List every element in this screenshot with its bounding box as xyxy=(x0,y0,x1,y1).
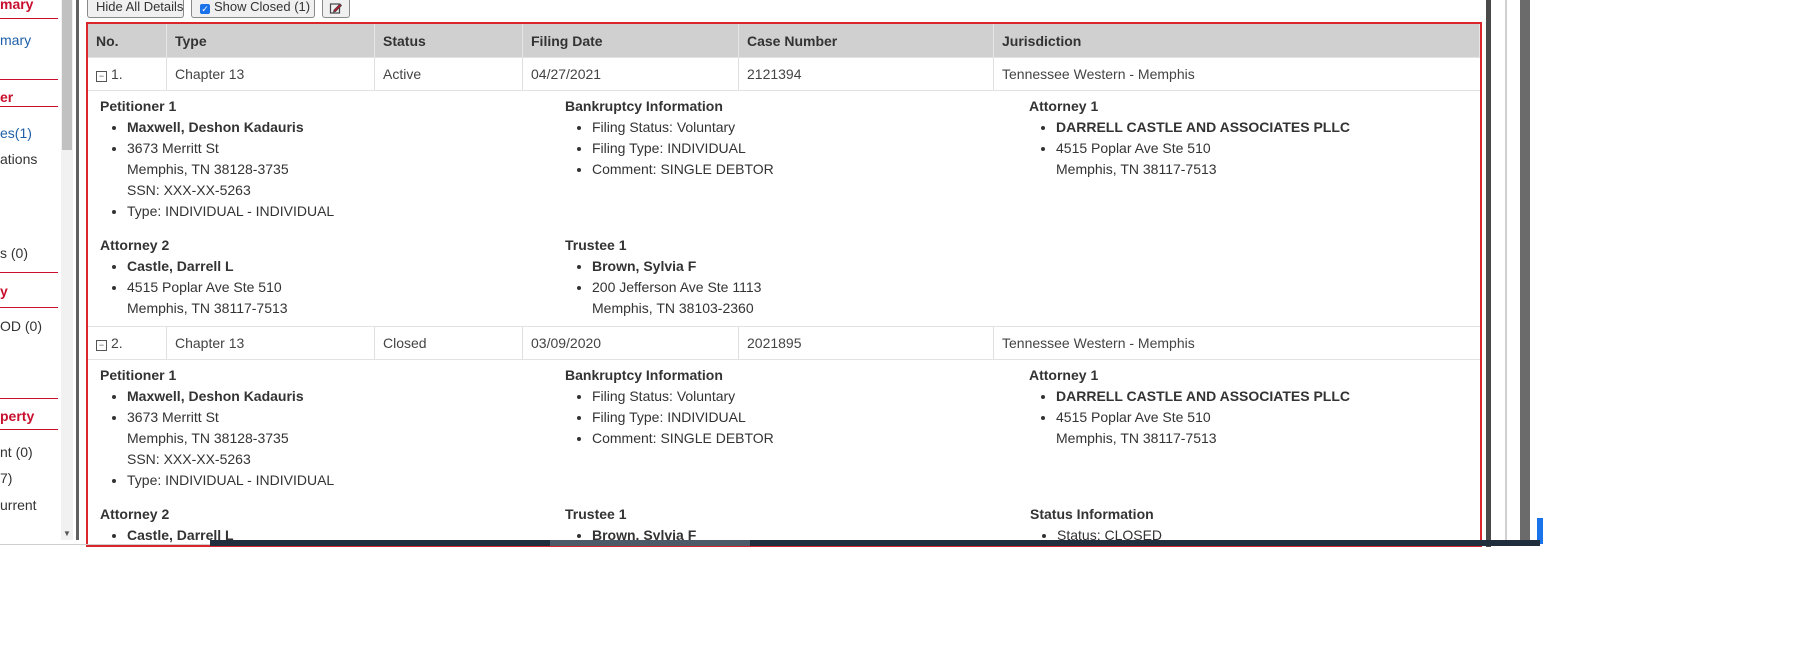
attorney1-section: Attorney 1 DARRELL CASTLE AND ASSOCIATES… xyxy=(1029,96,1469,180)
nav-item-pod[interactable]: OD (0) xyxy=(0,316,58,336)
horizontal-scrollbar-thumb[interactable] xyxy=(550,540,750,546)
bankruptcy-info-section: Bankruptcy Information Filing Status: Vo… xyxy=(565,96,1005,180)
panel-divider xyxy=(76,0,79,540)
nav-item-nt[interactable]: nt (0) xyxy=(0,442,58,462)
table-header: No. Type Status Filing Date Case Number … xyxy=(88,24,1480,58)
nav-item-current[interactable]: urrent xyxy=(0,495,58,515)
filing-status: Filing Status: Voluntary xyxy=(592,117,1005,138)
column-header-case-number[interactable]: Case Number xyxy=(739,24,994,58)
case-number: 2121394 xyxy=(739,58,994,90)
hide-all-details-button[interactable]: Hide All Details xyxy=(87,0,184,18)
edit-icon xyxy=(329,3,343,14)
case-type: Chapter 13 xyxy=(167,327,375,359)
filing-type: Filing Type: INDIVIDUAL xyxy=(592,138,1005,159)
petitioner-address: 3673 Merritt StMemphis, TN 38128-3735SSN… xyxy=(127,407,540,470)
section-title: Petitioner 1 xyxy=(100,98,177,114)
section-title: Bankruptcy Information xyxy=(565,98,723,114)
section-title: Trustee 1 xyxy=(565,237,627,253)
case-number: 2021895 xyxy=(739,327,994,359)
case-jurisdiction: Tennessee Western - Memphis xyxy=(1002,66,1195,82)
section-title: Attorney 1 xyxy=(1029,98,1099,114)
case-index: 2. xyxy=(111,335,123,351)
petitioner-type: Type: INDIVIDUAL - INDIVIDUAL xyxy=(127,201,540,222)
case-number-cell: −1. xyxy=(88,58,167,90)
left-navigation: mary mary er es(1) ations s (0) y OD (0)… xyxy=(0,0,60,540)
case-status: Active xyxy=(375,58,523,90)
case-filing-date: 03/09/2020 xyxy=(523,327,739,359)
bankruptcy-info-section: Bankruptcy Information Filing Status: Vo… xyxy=(565,365,1005,449)
show-closed-label: Show Closed (1) xyxy=(214,0,311,14)
attorney2-section: Attorney 2 Castle, Darrell L 4515 Poplar… xyxy=(100,235,540,319)
petitioner-section: Petitioner 1 Maxwell, Deshon Kadauris 36… xyxy=(100,96,540,222)
petitioner-name: Maxwell, Deshon Kadauris xyxy=(127,117,540,138)
nav-item-count[interactable]: s (0) xyxy=(0,243,58,263)
table-row[interactable]: −1. Chapter 13 Active 04/27/2021 2121394… xyxy=(88,57,1480,91)
edit-button[interactable] xyxy=(322,0,350,18)
attorney-name: Castle, Darrell L xyxy=(127,256,540,277)
attorney-name: DARRELL CASTLE AND ASSOCIATES PLLC xyxy=(1056,117,1469,138)
trustee-address: 200 Jefferson Ave Ste 1113Memphis, TN 38… xyxy=(592,277,1005,319)
column-header-filing-date[interactable]: Filing Date xyxy=(523,24,739,58)
comment: Comment: SINGLE DEBTOR xyxy=(592,159,1005,180)
case-number-cell: −2. xyxy=(88,327,167,359)
petitioner-name: Maxwell, Deshon Kadauris xyxy=(127,386,540,407)
column-header-jurisdiction[interactable]: Jurisdiction xyxy=(994,24,1480,58)
case-index: 1. xyxy=(111,66,123,82)
attorney-address: 4515 Poplar Ave Ste 510Memphis, TN 38117… xyxy=(127,277,540,319)
panel-scrollbar-track[interactable] xyxy=(1486,0,1491,547)
petitioner-address: 3673 Merritt StMemphis, TN 38128-3735SSN… xyxy=(127,138,540,201)
filing-type: Filing Type: INDIVIDUAL xyxy=(592,407,1005,428)
checkbox-checked-icon[interactable]: ✓ xyxy=(200,4,210,14)
section-title: Petitioner 1 xyxy=(100,367,177,383)
nav-heading-y[interactable]: y xyxy=(0,272,58,308)
section-title: Status Information xyxy=(1030,506,1154,522)
horizontal-scrollbar[interactable] xyxy=(210,540,1540,546)
column-header-type[interactable]: Type xyxy=(167,24,375,58)
nav-heading-summary[interactable]: mary xyxy=(0,0,58,19)
petitioner-section: Petitioner 1 Maxwell, Deshon Kadauris 36… xyxy=(100,365,540,491)
column-header-status[interactable]: Status xyxy=(375,24,523,58)
case-detail: Petitioner 1 Maxwell, Deshon Kadauris 36… xyxy=(88,360,1480,545)
section-title: Attorney 2 xyxy=(100,506,170,522)
section-title: Trustee 1 xyxy=(565,506,627,522)
section-title: Attorney 1 xyxy=(1029,367,1099,383)
collapse-icon[interactable]: − xyxy=(96,340,107,351)
case-detail: Petitioner 1 Maxwell, Deshon Kadauris 36… xyxy=(88,91,1480,327)
attorney1-section: Attorney 1 DARRELL CASTLE AND ASSOCIATES… xyxy=(1029,365,1469,449)
comment: Comment: SINGLE DEBTOR xyxy=(592,428,1005,449)
nav-heading-property[interactable]: perty xyxy=(0,398,58,430)
trustee-name: Brown, Sylvia F xyxy=(592,256,1005,277)
bankruptcy-cases-panel: No. Type Status Filing Date Case Number … xyxy=(86,22,1482,547)
nav-scrollbar[interactable]: ▼ xyxy=(61,0,73,540)
attorney-address: 4515 Poplar Ave Ste 510Memphis, TN 38117… xyxy=(1056,138,1469,180)
column-header-no[interactable]: No. xyxy=(88,24,167,58)
nav-item-relations[interactable]: ations xyxy=(0,149,58,169)
nav-link-cases[interactable]: es(1) xyxy=(0,123,58,143)
nav-link-summary[interactable]: mary xyxy=(0,30,58,50)
window-edge xyxy=(1520,0,1530,540)
case-status: Closed xyxy=(375,327,523,359)
section-title: Bankruptcy Information xyxy=(565,367,723,383)
trustee-section: Trustee 1 Brown, Sylvia F 200 Jefferson … xyxy=(565,235,1005,319)
attorney-name: DARRELL CASTLE AND ASSOCIATES PLLC xyxy=(1056,386,1469,407)
attorney-address: 4515 Poplar Ave Ste 510Memphis, TN 38117… xyxy=(1056,407,1469,449)
case-jurisdiction: Tennessee Western - Memphis xyxy=(1002,335,1195,351)
filing-status: Filing Status: Voluntary xyxy=(592,386,1005,407)
nav-item-7[interactable]: 7) xyxy=(0,468,58,488)
nav-heading-filer[interactable]: er xyxy=(0,79,58,107)
case-filing-date: 04/27/2021 xyxy=(523,58,739,90)
show-closed-toggle[interactable]: ✓ Show Closed (1) xyxy=(191,0,315,18)
window-divider xyxy=(1505,0,1507,540)
case-type: Chapter 13 xyxy=(167,58,375,90)
section-title: Attorney 2 xyxy=(100,237,170,253)
collapse-icon[interactable]: − xyxy=(96,71,107,82)
scroll-down-arrow-icon[interactable]: ▼ xyxy=(61,528,73,540)
table-row[interactable]: −2. Chapter 13 Closed 03/09/2020 2021895… xyxy=(88,326,1480,360)
nav-scrollbar-thumb[interactable] xyxy=(62,0,72,150)
petitioner-type: Type: INDIVIDUAL - INDIVIDUAL xyxy=(127,470,540,491)
